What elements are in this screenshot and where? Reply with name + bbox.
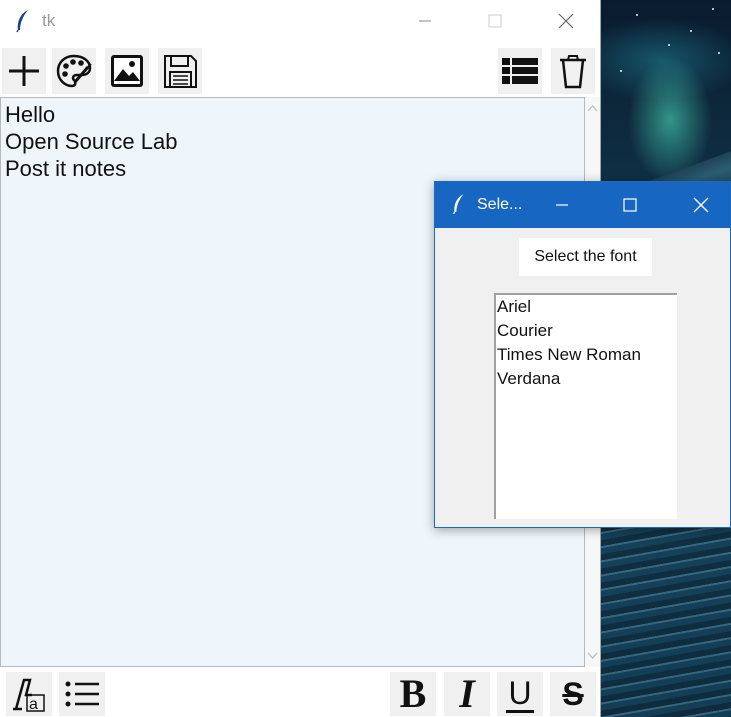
minimize-button[interactable] — [402, 0, 448, 42]
plus-icon — [9, 56, 39, 86]
palette-icon — [56, 54, 92, 88]
underline-button[interactable]: U — [497, 672, 543, 716]
minimize-icon — [419, 20, 431, 22]
delete-button[interactable] — [551, 48, 595, 94]
dialog-minimize-button[interactable] — [539, 182, 585, 228]
font-option[interactable]: Verdana — [496, 367, 677, 391]
image-icon — [111, 55, 143, 87]
font-option[interactable]: Times New Roman — [496, 343, 677, 367]
italic-icon: I — [459, 671, 475, 716]
feather-icon — [451, 193, 467, 220]
dialog-maximize-button[interactable] — [607, 182, 653, 228]
main-titlebar[interactable]: tk — [0, 0, 600, 42]
maximize-icon — [623, 198, 637, 212]
dialog-title: Sele... — [477, 196, 523, 213]
close-button[interactable] — [543, 0, 589, 42]
underline-icon: U — [506, 674, 534, 713]
font-listbox[interactable]: Ariel Courier Times New Roman Verdana — [494, 293, 677, 519]
font-icon: a — [13, 678, 45, 713]
maximize-icon — [488, 14, 502, 28]
font-option[interactable]: Courier — [496, 319, 677, 343]
strikethrough-button[interactable]: S — [550, 672, 596, 716]
minimize-icon — [556, 204, 568, 206]
maximize-button[interactable] — [472, 0, 518, 42]
feather-icon — [14, 9, 32, 33]
font-option[interactable]: Ariel — [496, 295, 677, 319]
dialog-close-button[interactable] — [678, 182, 724, 228]
note-line: Open Source Lab — [5, 129, 178, 154]
scroll-up-icon[interactable] — [587, 103, 598, 114]
strikethrough-icon: S — [562, 676, 584, 712]
add-note-button[interactable] — [2, 48, 46, 94]
insert-image-button[interactable] — [105, 48, 149, 94]
bold-icon: B — [399, 671, 427, 716]
bullet-list-icon — [65, 681, 99, 707]
bold-button[interactable]: B — [390, 672, 436, 716]
italic-button[interactable]: I — [444, 672, 490, 716]
save-button[interactable] — [158, 48, 202, 94]
floppy-disk-icon — [164, 55, 197, 88]
close-icon — [558, 13, 574, 29]
color-palette-button[interactable] — [52, 48, 96, 94]
bullet-list-button[interactable] — [59, 672, 105, 716]
font-prompt-label: Select the font — [519, 238, 652, 276]
font-options: Ariel Courier Times New Roman Verdana — [496, 295, 677, 391]
bottom-toolbar: a B I U S — [0, 670, 600, 717]
top-toolbar — [0, 46, 600, 96]
dialog-titlebar[interactable]: Sele... — [435, 182, 730, 228]
trash-icon — [560, 55, 586, 89]
list-notes-button[interactable] — [498, 48, 542, 94]
note-line: Post it notes — [5, 156, 127, 181]
font-dialog: Sele... Select the font Ariel Courier Time… — [434, 181, 731, 528]
scroll-down-icon[interactable] — [587, 650, 598, 661]
list-icon — [502, 58, 538, 84]
note-line: Hello — [5, 102, 56, 127]
window-title: tk — [42, 11, 56, 30]
font-button[interactable]: a — [6, 672, 52, 716]
note-lines: Hello Open Source Lab Post it notes — [1, 101, 177, 182]
close-icon — [693, 197, 709, 213]
